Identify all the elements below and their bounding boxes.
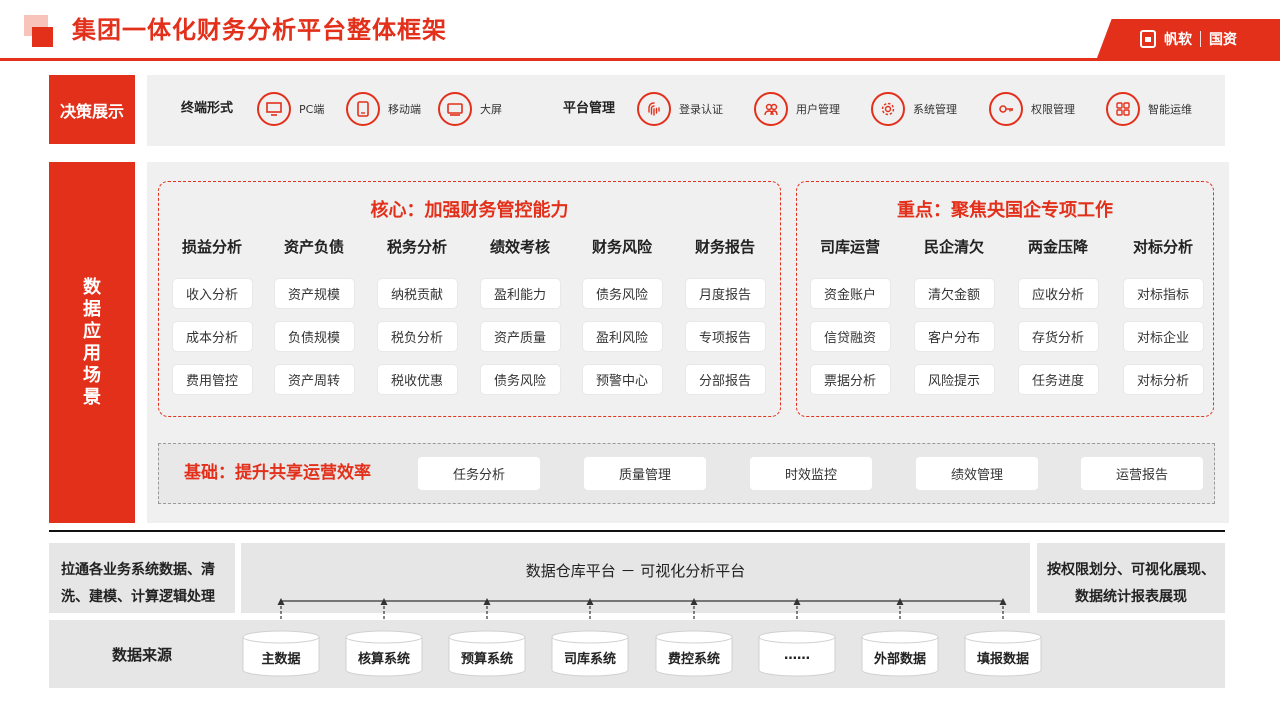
sources-panel — [49, 620, 1225, 688]
data-source-cylinder: 预算系统 — [448, 630, 526, 678]
data-source-cylinder: …… — [758, 630, 836, 678]
data-source-label: 司库系统 — [563, 652, 616, 667]
data-source-label: 费控系统 — [667, 652, 720, 667]
data-source-cylinder: 费控系统 — [655, 630, 733, 678]
data-source-label: 填报数据 — [976, 652, 1029, 667]
data-source-label: 预算系统 — [460, 652, 513, 667]
data-source-cylinder: 司库系统 — [551, 630, 629, 678]
data-source-label: 主数据 — [261, 652, 301, 667]
data-source-cylinder: 主数据 — [242, 630, 320, 678]
sources-title: 数据来源 — [112, 646, 173, 664]
data-source-cylinder: 填报数据 — [964, 630, 1042, 678]
data-source-cylinder: 核算系统 — [345, 630, 423, 678]
data-source-label: …… — [784, 648, 810, 663]
data-source-label: 外部数据 — [873, 652, 926, 667]
connector-lines — [277, 598, 1007, 634]
data-source-cylinder: 外部数据 — [861, 630, 939, 678]
data-source-label: 核算系统 — [357, 652, 410, 667]
